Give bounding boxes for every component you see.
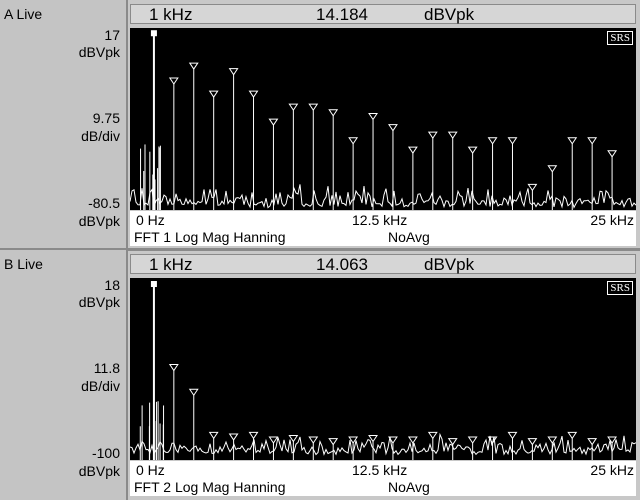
harmonic-marker-triangle [208, 431, 219, 440]
spectrum-plot-b[interactable]: SRS [130, 278, 636, 460]
harmonic-marker-triangle [607, 150, 618, 158]
harmonic-marker-triangle [447, 131, 458, 140]
y-top-unit-a: dBVpk [78, 44, 120, 60]
y-scale-value-a: 9.75 [92, 110, 120, 126]
harmonic-marker-triangle [208, 90, 219, 98]
measurement-info-a: FFT 1 Log Mag Hanning NoAvg [130, 229, 636, 246]
live-label-a: A Live [4, 6, 43, 22]
harmonic-marker-triangle [248, 431, 259, 440]
harmonic-marker-triangle [348, 137, 359, 145]
harmonic-marker-triangle [288, 103, 299, 112]
y-bottom-value-b: -100 [91, 445, 120, 461]
noise-floor-trace [130, 184, 636, 209]
harmonic-marker-triangle [587, 438, 598, 446]
fft-panel-a: A Live 17 dBVpk 9.75 dB/div -80.5 dBVpk … [0, 0, 640, 250]
harmonic-marker-triangle [228, 433, 239, 441]
srs-logo-b: SRS [607, 281, 633, 295]
marker-square [150, 30, 157, 37]
harmonic-marker-triangle [188, 62, 199, 70]
x-axis-labels-a: 0 Hz 12.5 kHz 25 kHz [130, 211, 636, 229]
harmonic-marker-triangle [567, 137, 578, 145]
y-scale-value-b: 11.8 [93, 360, 120, 376]
harmonic-marker-triangle [328, 109, 339, 117]
srs-logo-a: SRS [607, 31, 633, 45]
spectrum-chart-b [130, 281, 636, 460]
harmonic-marker-triangle [507, 431, 518, 440]
harmonic-marker-triangle [328, 438, 339, 446]
harmonic-marker-triangle [587, 137, 598, 145]
averaging-mode-a: NoAvg [388, 229, 430, 245]
harmonic-marker-triangle [427, 431, 438, 440]
y-top-unit-b: dBVpk [78, 294, 120, 310]
harmonic-marker-triangle [527, 438, 538, 446]
x-mid-label-a: 12.5 kHz [352, 212, 408, 228]
y-top-value-b: 18 [104, 277, 120, 293]
harmonic-marker-triangle [268, 436, 279, 444]
harmonic-marker-triangle [567, 431, 578, 440]
x-axis-labels-b: 0 Hz 12.5 kHz 25 kHz [130, 461, 636, 479]
harmonic-marker-triangle [308, 436, 319, 444]
harmonic-marker-triangle [407, 146, 418, 154]
harmonic-marker-triangle [527, 183, 538, 192]
spectrum-chart-a [130, 30, 636, 210]
y-bottom-unit-b: dBVpk [78, 463, 120, 479]
noise-floor-trace [130, 432, 636, 456]
harmonic-marker-triangle [467, 436, 478, 444]
y-axis-panel-b: B Live 18 dBVpk 11.8 dB/div -100 dBVpk [0, 250, 128, 500]
marker-unit-b: dBVpk [424, 255, 475, 274]
marker-unit-a: dBVpk [424, 5, 475, 24]
live-label-b: B Live [4, 256, 43, 272]
harmonic-marker-triangle [467, 146, 478, 154]
averaging-mode-b: NoAvg [388, 479, 430, 495]
y-axis-panel-a: A Live 17 dBVpk 9.75 dB/div -80.5 dBVpk [0, 0, 128, 250]
harmonic-marker-triangle [228, 68, 239, 76]
harmonic-marker-triangle [547, 165, 558, 173]
marker-square [150, 281, 157, 288]
y-top-value-a: 17 [104, 27, 120, 43]
x-end-label-a: 25 kHz [590, 212, 634, 228]
y-scale-unit-b: dB/div [81, 378, 120, 394]
x-end-label-b: 25 kHz [590, 462, 634, 478]
marker-frequency-a: 1 kHz [149, 5, 193, 24]
harmonic-marker-triangle [427, 131, 438, 140]
marker-value-a: 14.184 [316, 5, 368, 24]
x-start-label-b: 0 Hz [136, 462, 165, 478]
marker-value-b: 14.063 [316, 255, 368, 274]
fft-panel-b: B Live 18 dBVpk 11.8 dB/div -100 dBVpk 1… [0, 250, 640, 500]
harmonic-marker-triangle [168, 77, 179, 85]
harmonic-marker-triangle [487, 137, 498, 145]
harmonic-marker-triangle [507, 137, 518, 145]
y-bottom-value-a: -80.5 [88, 195, 120, 211]
harmonic-marker-triangle [248, 90, 259, 98]
measurement-type-b: FFT 2 Log Mag Hanning [134, 479, 286, 495]
harmonic-marker-triangle [388, 124, 398, 132]
marker-frequency-b: 1 kHz [149, 255, 193, 274]
harmonic-marker-triangle [268, 118, 279, 126]
harmonic-marker-triangle [447, 438, 458, 446]
y-scale-unit-a: dB/div [81, 128, 120, 144]
harmonic-marker-triangle [308, 103, 319, 112]
harmonic-marker-triangle [368, 112, 378, 121]
x-start-label-a: 0 Hz [136, 212, 165, 228]
measurement-type-a: FFT 1 Log Mag Hanning [134, 229, 286, 245]
marker-readout-b: 1 kHz 14.063 dBVpk [130, 254, 636, 274]
harmonic-marker-triangle [188, 388, 199, 397]
y-bottom-unit-a: dBVpk [78, 213, 120, 229]
spectrum-plot-a[interactable]: SRS [130, 28, 636, 210]
measurement-info-b: FFT 2 Log Mag Hanning NoAvg [130, 479, 636, 496]
harmonic-marker-triangle [547, 436, 558, 444]
harmonic-marker-triangle [168, 364, 179, 372]
x-mid-label-b: 12.5 kHz [352, 462, 408, 478]
marker-readout-a: 1 kHz 14.184 dBVpk [130, 4, 636, 24]
